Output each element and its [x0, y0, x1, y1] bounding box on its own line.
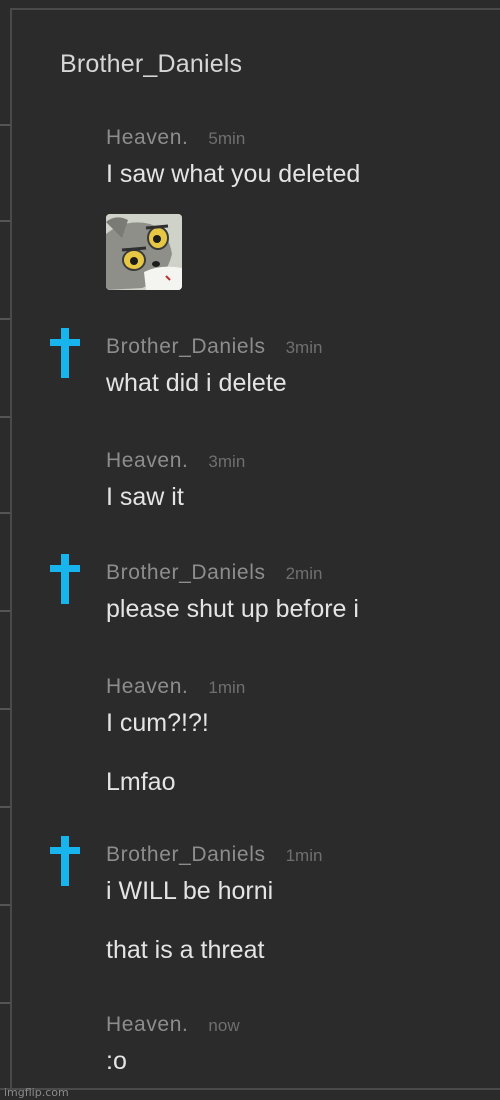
rail-tick — [0, 1002, 10, 1004]
message-item: Brother_Daniels 1min i WILL be horni tha… — [106, 843, 486, 965]
message-item: Brother_Daniels 2min please shut up befo… — [106, 561, 486, 624]
message-text: that is a threat — [106, 936, 265, 964]
message-time: 1min — [208, 678, 246, 697]
chat-title: Brother_Daniels — [60, 50, 243, 78]
message-item: Brother_Daniels 3min what did i delete — [106, 335, 486, 398]
message-item: Heaven. 1min I cum?!?! Lmfao — [106, 675, 486, 797]
left-rail — [0, 8, 12, 1090]
message-text: Lmfao — [106, 768, 176, 796]
message-time: 1min — [285, 846, 323, 865]
message-author[interactable]: Brother_Daniels — [106, 561, 266, 585]
message-item: Heaven. now :o — [106, 1013, 486, 1076]
message-item: Heaven. 3min I saw it — [106, 449, 486, 512]
message-author[interactable]: Heaven. — [106, 449, 188, 473]
cross-icon — [50, 554, 80, 604]
tom-cat-sticker-icon[interactable] — [106, 214, 182, 290]
rail-tick — [0, 806, 10, 808]
message-author[interactable]: Heaven. — [106, 126, 188, 150]
message-time: 3min — [285, 338, 323, 357]
rail-tick — [0, 124, 10, 126]
message-time: 2min — [285, 564, 323, 583]
message-author[interactable]: Heaven. — [106, 675, 188, 699]
message-text: i WILL be horni — [106, 877, 274, 905]
rail-tick — [0, 318, 10, 320]
chat-window: Brother_Daniels Heaven. 5min I saw what … — [0, 0, 500, 1100]
message-time: 5min — [208, 129, 246, 148]
rail-tick — [0, 416, 10, 418]
rail-tick — [0, 220, 10, 222]
message-text: please shut up before i — [106, 595, 359, 623]
message-text: I saw what you deleted — [106, 160, 361, 188]
bottom-divider — [0, 1088, 500, 1090]
rail-tick — [0, 904, 10, 906]
watermark: imgflip.com — [4, 1086, 69, 1099]
rail-tick — [0, 610, 10, 612]
cross-icon — [50, 328, 80, 378]
message-time: now — [208, 1016, 240, 1035]
message-author[interactable]: Brother_Daniels — [106, 335, 266, 359]
top-divider — [0, 8, 500, 10]
message-author[interactable]: Heaven. — [106, 1013, 188, 1037]
rail-tick — [0, 512, 10, 514]
message-author[interactable]: Brother_Daniels — [106, 843, 266, 867]
cross-icon — [50, 836, 80, 886]
message-text: I cum?!?! — [106, 709, 209, 737]
message-text: what did i delete — [106, 369, 287, 397]
message-text: I saw it — [106, 483, 184, 511]
message-item: Heaven. 5min I saw what you deleted — [106, 126, 486, 189]
rail-tick — [0, 708, 10, 710]
message-text: :o — [106, 1047, 127, 1075]
message-time: 3min — [208, 452, 246, 471]
